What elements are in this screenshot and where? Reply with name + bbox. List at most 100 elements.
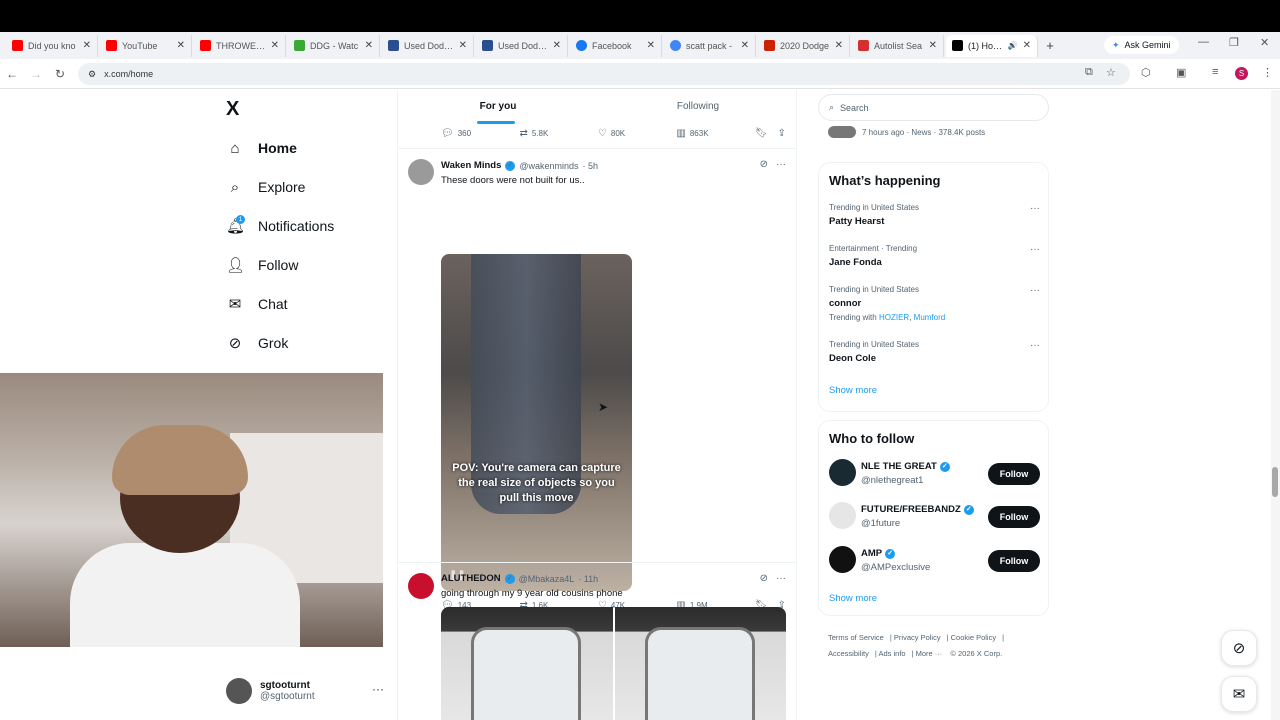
trend-link[interactable]: HOZIER	[879, 313, 909, 322]
close-tab-icon[interactable]: ✕	[929, 40, 937, 51]
post-image[interactable]	[614, 607, 786, 720]
close-tab-icon[interactable]: ✕	[553, 40, 561, 51]
search-input[interactable]: ⌕ Search	[818, 94, 1049, 121]
views-button[interactable]: ▥ 863K	[676, 128, 754, 139]
like-button[interactable]: ♡ 80K	[598, 128, 676, 139]
side-panel-icon[interactable]: ▣	[1176, 66, 1186, 79]
trend-item[interactable]: Trending in United States connor Trendin…	[829, 285, 1040, 322]
bookmark-star-icon[interactable]: ☆	[1106, 66, 1116, 79]
more-icon[interactable]: ···	[776, 159, 786, 170]
avatar[interactable]	[408, 159, 434, 185]
trend-link[interactable]: Mumford	[914, 313, 946, 322]
browser-tab[interactable]: 2020 Dodge ✕	[758, 34, 850, 57]
browser-tab-active[interactable]: (1) Home 🔊 ✕	[946, 34, 1038, 57]
grok-icon[interactable]: ⊘	[760, 159, 768, 170]
x-logo-icon[interactable]: X	[226, 98, 239, 121]
browser-menu-icon[interactable]: ⋮	[1262, 66, 1273, 79]
browser-profile-avatar[interactable]: S	[1235, 67, 1248, 80]
post-video[interactable]: POV: You're camera can capture the real …	[441, 254, 632, 591]
author-handle[interactable]: @Mbakaza4L	[519, 574, 575, 584]
maximize-icon[interactable]: ❐	[1229, 36, 1239, 49]
speaker-icon[interactable]: 🔊	[1008, 41, 1018, 50]
nav-item-home[interactable]: ⌂ Home	[226, 134, 296, 162]
show-more-link[interactable]: Show more	[829, 593, 877, 604]
grok-float-button[interactable]: ⊘	[1221, 630, 1257, 666]
more-icon[interactable]: ···	[372, 682, 384, 696]
browser-tab[interactable]: scatt pack - ✕	[664, 34, 756, 57]
bookmark-icon[interactable]: 🔖︎	[755, 128, 768, 139]
install-app-icon[interactable]: ⧉	[1085, 66, 1093, 79]
extensions-icon[interactable]: ⬡	[1141, 66, 1151, 79]
close-tab-icon[interactable]: ✕	[365, 40, 373, 51]
reply-button[interactable]: 💬︎ 360	[441, 128, 519, 139]
follow-suggestion[interactable]: FUTURE/FREEBANDZ ✓ @1future Follow	[829, 502, 1040, 532]
nav-item-chat[interactable]: ✉ Chat	[226, 290, 288, 318]
nav-item-grok[interactable]: ⊘ Grok	[226, 329, 289, 357]
post-time[interactable]: · 5h	[583, 161, 599, 171]
omnibox[interactable]: ⚙ x.com/home	[78, 63, 1130, 85]
author-name[interactable]: ALUTHEDON	[441, 573, 501, 584]
new-tab-button[interactable]: +	[1040, 38, 1060, 53]
url-text[interactable]: x.com/home	[104, 69, 153, 79]
post-image[interactable]	[441, 607, 613, 720]
post-time[interactable]: · 11h	[578, 574, 598, 584]
close-tab-icon[interactable]: ✕	[1023, 40, 1031, 51]
grok-icon[interactable]: ⊘	[760, 573, 768, 584]
post-waken-minds[interactable]: Waken Minds ✓ @wakenminds · 5h ⊘ ··· These d…	[398, 148, 796, 611]
browser-tab[interactable]: Autolist Sea ✕	[852, 34, 944, 57]
page-scrollbar[interactable]	[1271, 90, 1280, 720]
browser-tab[interactable]: Facebook ✕	[570, 34, 662, 57]
close-tab-icon[interactable]: ✕	[271, 40, 279, 51]
share-icon[interactable]: ⇪	[778, 128, 786, 139]
news-item[interactable]: 7 hours ago · News · 378.4K posts	[828, 126, 985, 138]
footer-link[interactable]: Ads info	[878, 649, 905, 658]
trend-item[interactable]: Trending in United States Deon Cole ···	[829, 340, 1040, 364]
browser-tab[interactable]: Did you kno ✕	[6, 34, 98, 57]
nav-item-notifications[interactable]: 🔔︎ 1 Notifications	[226, 212, 334, 240]
nav-item-follow[interactable]: 👤︎ Follow	[226, 251, 298, 279]
follow-suggestion[interactable]: AMP ✓ @AMPexclusive Follow	[829, 546, 1040, 576]
more-icon[interactable]: ···	[1030, 285, 1040, 296]
close-tab-icon[interactable]: ✕	[835, 40, 843, 51]
browser-tab[interactable]: Used Dodge ✕	[476, 34, 568, 57]
follow-button[interactable]: Follow	[988, 550, 1040, 572]
ask-gemini-button[interactable]: ✦ Ask Gemini	[1104, 36, 1179, 54]
footer-link[interactable]: More ···	[916, 649, 943, 658]
trend-item[interactable]: Entertainment · Trending Jane Fonda ···	[829, 244, 1040, 268]
author-handle[interactable]: @wakenminds	[519, 161, 578, 171]
show-more-link[interactable]: Show more	[829, 385, 877, 396]
post-images[interactable]	[441, 607, 786, 720]
media-controls-icon[interactable]: ≡	[1212, 66, 1218, 78]
footer-link[interactable]: Privacy Policy	[894, 633, 941, 642]
avatar[interactable]	[829, 502, 856, 529]
tab-following[interactable]: Following	[598, 90, 796, 124]
close-tab-icon[interactable]: ✕	[459, 40, 467, 51]
more-icon[interactable]: ···	[776, 573, 786, 584]
footer-link[interactable]: Accessibility	[828, 649, 869, 658]
close-tab-icon[interactable]: ✕	[741, 40, 749, 51]
minimize-icon[interactable]: —	[1198, 36, 1209, 48]
repost-button[interactable]: ⇄ 5.8K	[519, 128, 597, 139]
footer-link[interactable]: Cookie Policy	[951, 633, 996, 642]
close-window-icon[interactable]: ✕	[1260, 36, 1269, 49]
more-icon[interactable]: ···	[1030, 203, 1040, 214]
account-switcher[interactable]: sgtooturnt @sgtooturnt ···	[226, 676, 386, 706]
trend-item[interactable]: Trending in United States Patty Hearst ·…	[829, 203, 1040, 227]
site-info-icon[interactable]: ⚙	[88, 69, 96, 80]
browser-tab[interactable]: YouTube ✕	[100, 34, 192, 57]
follow-button[interactable]: Follow	[988, 506, 1040, 528]
close-tab-icon[interactable]: ✕	[83, 40, 91, 51]
more-icon[interactable]: ···	[1030, 244, 1040, 255]
more-icon[interactable]: ···	[1030, 340, 1040, 351]
follow-suggestion[interactable]: NLE THE GREAT ✓ @nlethegreat1 Follow	[829, 459, 1040, 489]
avatar[interactable]	[829, 546, 856, 573]
browser-tab[interactable]: Used Dodge ✕	[382, 34, 474, 57]
back-icon[interactable]: ←	[0, 67, 24, 81]
close-tab-icon[interactable]: ✕	[647, 40, 655, 51]
follow-button[interactable]: Follow	[988, 463, 1040, 485]
browser-tab[interactable]: DDG - Watc ✕	[288, 34, 380, 57]
scrollbar-thumb[interactable]	[1272, 467, 1278, 497]
forward-icon[interactable]: →	[24, 67, 48, 81]
tab-for-you[interactable]: For you	[398, 90, 598, 124]
reload-icon[interactable]: ↻	[48, 67, 72, 81]
